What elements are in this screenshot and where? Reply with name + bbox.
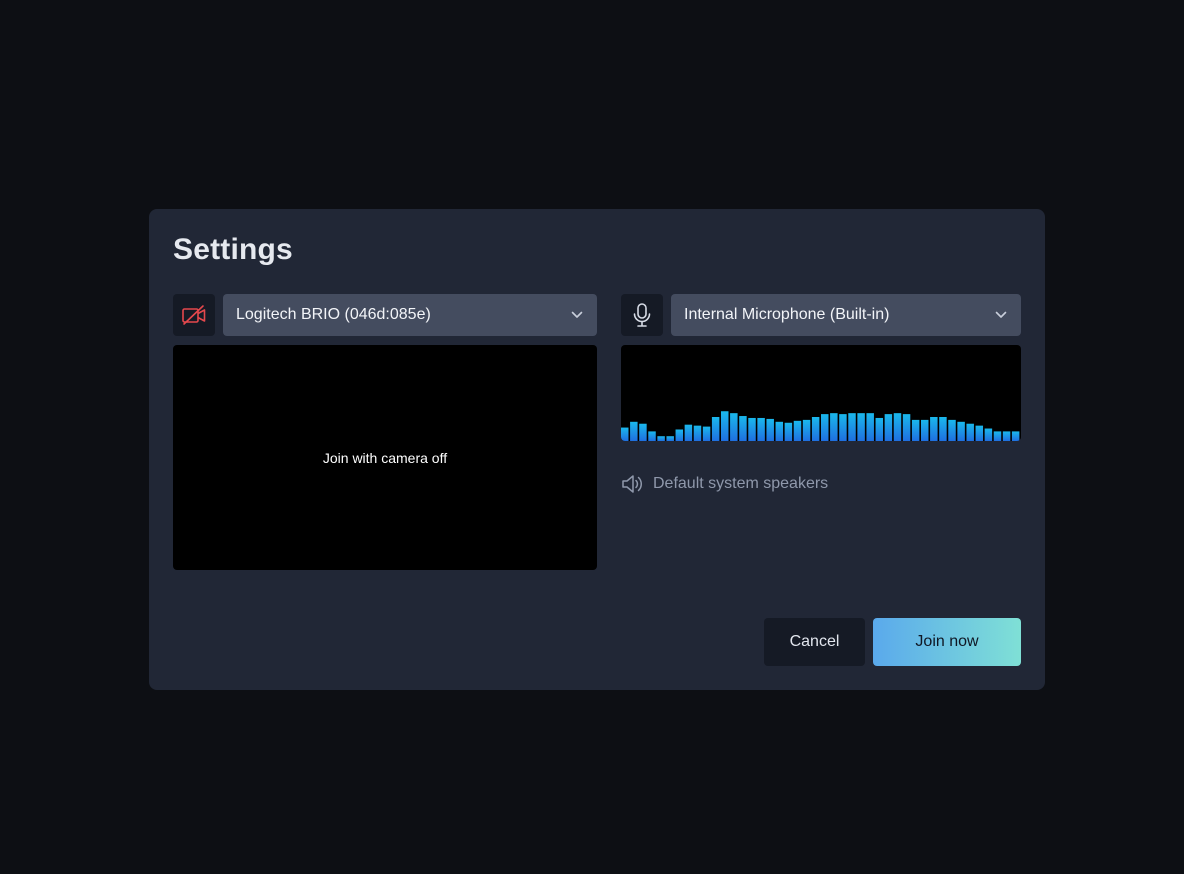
audio-level-bar bbox=[730, 413, 738, 441]
dialog-title: Settings bbox=[173, 233, 293, 266]
audio-level-bar bbox=[911, 419, 920, 441]
audio-level-bar bbox=[1011, 431, 1020, 441]
chevron-down-icon bbox=[995, 311, 1007, 319]
audio-level-bar bbox=[775, 421, 784, 441]
audio-level-bar bbox=[657, 436, 665, 441]
audio-level-bar bbox=[939, 417, 947, 441]
audio-level-bar bbox=[1002, 431, 1011, 441]
audio-level-bar bbox=[802, 419, 811, 441]
audio-level-bar bbox=[875, 417, 884, 441]
audio-level-bar bbox=[721, 411, 729, 441]
audio-level-bar bbox=[821, 414, 829, 441]
audio-level-meter bbox=[621, 345, 1021, 441]
speaker-output[interactable]: Default system speakers bbox=[621, 473, 828, 495]
audio-level-bar bbox=[748, 417, 756, 441]
audio-level-bar bbox=[957, 421, 965, 441]
audio-level-bar bbox=[975, 425, 984, 441]
audio-level-bar bbox=[675, 429, 684, 441]
microphone-icon bbox=[633, 303, 651, 327]
camera-select-value: Logitech BRIO (046d:085e) bbox=[236, 306, 431, 323]
audio-level-bar bbox=[621, 427, 629, 441]
audio-level-bar bbox=[930, 417, 938, 441]
camera-select[interactable]: Logitech BRIO (046d:085e) bbox=[223, 294, 597, 336]
audio-level-bar bbox=[784, 422, 793, 441]
camera-preview-text: Join with camera off bbox=[322, 449, 448, 466]
settings-dialog: Settings Logitech BRIO (046d:085e) Join … bbox=[149, 209, 1045, 690]
audio-level-bar bbox=[648, 431, 656, 441]
audio-level-bar bbox=[693, 425, 702, 441]
audio-level-bar bbox=[893, 413, 902, 441]
audio-level-bars bbox=[621, 411, 1020, 441]
audio-level-bar bbox=[630, 421, 638, 441]
audio-level-bar bbox=[639, 423, 647, 441]
audio-level-bar bbox=[739, 416, 747, 441]
audio-level-bar bbox=[884, 414, 893, 441]
chevron-down-icon bbox=[571, 311, 583, 319]
audio-level-bar bbox=[948, 419, 956, 441]
audio-level-bar bbox=[757, 417, 765, 441]
speaker-icon bbox=[622, 475, 643, 493]
audio-level-bar bbox=[711, 417, 720, 441]
audio-level-bar bbox=[902, 414, 911, 441]
microphone-toggle-button[interactable] bbox=[621, 294, 663, 336]
audio-level-bar bbox=[866, 413, 874, 441]
speaker-label: Default system speakers bbox=[653, 475, 829, 492]
audio-level-bar bbox=[993, 431, 1002, 441]
audio-level-bar bbox=[830, 413, 838, 441]
audio-level-bar bbox=[684, 424, 693, 441]
microphone-select[interactable]: Internal Microphone (Built-in) bbox=[671, 294, 1021, 336]
audio-level-bar bbox=[793, 420, 802, 441]
audio-level-bar bbox=[666, 436, 674, 441]
audio-level-bar bbox=[811, 417, 820, 441]
audio-level-bar bbox=[766, 418, 774, 441]
camera-off-icon bbox=[182, 305, 206, 325]
audio-level-bar bbox=[966, 423, 974, 441]
join-now-button[interactable]: Join now bbox=[873, 618, 1021, 666]
audio-level-bar bbox=[857, 413, 865, 441]
audio-level-bar bbox=[921, 419, 929, 441]
audio-level-bar bbox=[984, 428, 993, 441]
audio-level-bar bbox=[848, 413, 856, 441]
cancel-button[interactable]: Cancel bbox=[764, 618, 865, 666]
camera-preview: Join with camera off bbox=[173, 345, 597, 570]
audio-level-bar bbox=[839, 414, 847, 441]
camera-toggle-button[interactable] bbox=[173, 294, 215, 336]
audio-level-bar bbox=[702, 426, 711, 441]
microphone-select-value: Internal Microphone (Built-in) bbox=[684, 306, 890, 323]
